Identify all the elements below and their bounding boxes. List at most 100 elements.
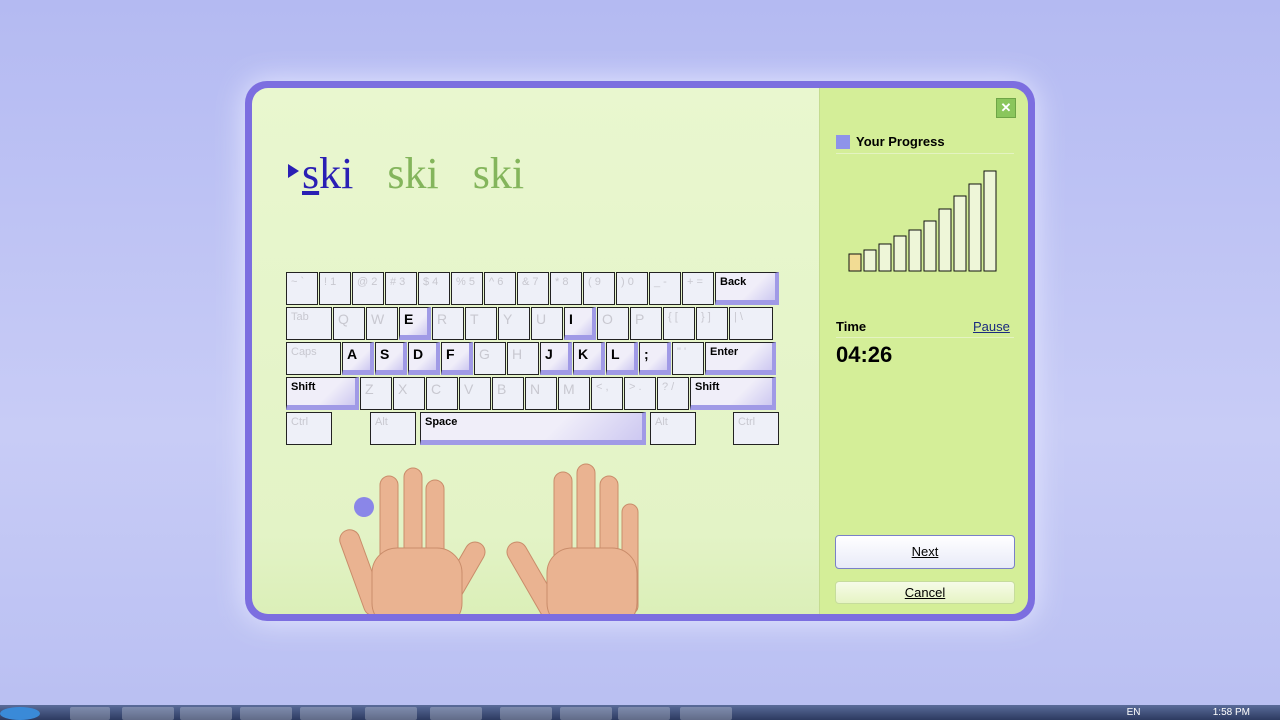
key-Alt: Alt — [370, 412, 416, 445]
taskbar-app-button[interactable] — [680, 707, 732, 720]
key-N: N — [525, 377, 557, 410]
current-word-marker-icon — [288, 164, 299, 178]
progress-chart — [848, 170, 997, 272]
progress-bar — [908, 229, 922, 272]
key-B: B — [492, 377, 524, 410]
key-: ; — [639, 342, 671, 375]
key-G: G — [474, 342, 506, 375]
key-: } ] — [696, 307, 728, 340]
key-: " ' — [672, 342, 704, 375]
taskbar-app-button[interactable] — [560, 707, 612, 720]
taskbar-app-button[interactable] — [500, 707, 552, 720]
progress-bar — [863, 249, 877, 272]
next-button[interactable]: Next — [835, 535, 1015, 569]
key-8: * 8 — [550, 272, 582, 305]
key-Ctrl: Ctrl — [733, 412, 779, 445]
taskbar-app-button[interactable] — [180, 707, 232, 720]
taskbar-app-button[interactable] — [430, 707, 482, 720]
key-Shift: Shift — [286, 377, 359, 410]
language-indicator[interactable]: EN — [1127, 707, 1141, 718]
key-Q: Q — [333, 307, 365, 340]
key-U: U — [531, 307, 563, 340]
taskbar-app-button[interactable] — [240, 707, 292, 720]
key-Ctrl: Ctrl — [286, 412, 332, 445]
word: ski — [472, 149, 525, 198]
key-T: T — [465, 307, 497, 340]
key-4: $ 4 — [418, 272, 450, 305]
key-9: ( 9 — [583, 272, 615, 305]
key-: + = — [682, 272, 714, 305]
key-: { [ — [663, 307, 695, 340]
key-: ? / — [657, 377, 689, 410]
key-Shift: Shift — [690, 377, 776, 410]
key-: < , — [591, 377, 623, 410]
progress-bar — [848, 253, 862, 272]
active-finger-indicator — [354, 497, 374, 517]
key-: | \ — [729, 307, 773, 340]
close-button[interactable]: ✕ — [996, 98, 1016, 118]
next-label: Next — [911, 544, 939, 559]
taskbar-app-button[interactable] — [70, 707, 110, 720]
taskbar-app-button[interactable] — [300, 707, 352, 720]
key-H: H — [507, 342, 539, 375]
time-label: Time — [836, 319, 867, 334]
progress-bar — [968, 183, 982, 272]
key-Caps: Caps — [286, 342, 341, 375]
key-7: & 7 — [517, 272, 549, 305]
key-S: S — [375, 342, 407, 375]
key-I: I — [564, 307, 596, 340]
progress-bar — [878, 243, 892, 272]
key-K: K — [573, 342, 605, 375]
taskbar-clock[interactable]: 1:58 PM — [1213, 707, 1250, 718]
divider — [836, 337, 1014, 338]
key-: _ - — [649, 272, 681, 305]
start-button[interactable] — [0, 707, 40, 720]
key-0: ) 0 — [616, 272, 648, 305]
key-X: X — [393, 377, 425, 410]
progress-bar — [893, 235, 907, 272]
progress-bar — [953, 195, 967, 272]
progress-bar — [923, 220, 937, 272]
time-value: 04:26 — [836, 342, 893, 367]
key-Y: Y — [498, 307, 530, 340]
key-Z: Z — [360, 377, 392, 410]
key-3: # 3 — [385, 272, 417, 305]
progress-title: Your Progress — [836, 134, 945, 149]
key-E: E — [399, 307, 431, 340]
key-Space: Space — [420, 412, 646, 445]
key-D: D — [408, 342, 440, 375]
taskbar-tray: EN 1:58 PM — [1127, 707, 1250, 718]
progress-bar — [938, 208, 952, 272]
word: ski — [387, 149, 439, 198]
key-6: ^ 6 — [484, 272, 516, 305]
key-V: V — [459, 377, 491, 410]
cancel-label: Cancel — [904, 585, 946, 600]
taskbar-app-button[interactable] — [365, 707, 417, 720]
key-M: M — [558, 377, 590, 410]
key-2: @ 2 — [352, 272, 384, 305]
key-L: L — [606, 342, 638, 375]
progress-bar — [983, 170, 997, 272]
divider — [836, 153, 1014, 154]
cancel-button[interactable]: Cancel — [835, 581, 1015, 604]
key-5: % 5 — [451, 272, 483, 305]
key-R: R — [432, 307, 464, 340]
key-P: P — [630, 307, 662, 340]
taskbar-app-button[interactable] — [122, 707, 174, 720]
key-: > . — [624, 377, 656, 410]
key-Back: Back — [715, 272, 779, 305]
progress-title-text: Your Progress — [856, 134, 945, 149]
key-J: J — [540, 342, 572, 375]
key-O: O — [597, 307, 629, 340]
hands-illustration — [339, 463, 639, 614]
key-Tab: Tab — [286, 307, 332, 340]
taskbar-app-button[interactable] — [618, 707, 670, 720]
key-A: A — [342, 342, 374, 375]
bar-chart-icon — [836, 134, 850, 149]
lesson-panel: ski ski ski ~ `! 1 @ 2 # 3 $ 4% 5 ^ 6 & 7 * 8( 9… — [252, 88, 819, 614]
word: ski — [302, 149, 354, 198]
pause-link[interactable]: Pause — [973, 319, 1010, 334]
word-line: ski ski ski — [302, 148, 524, 199]
key-Alt: Alt — [650, 412, 696, 445]
key-Enter: Enter — [705, 342, 776, 375]
